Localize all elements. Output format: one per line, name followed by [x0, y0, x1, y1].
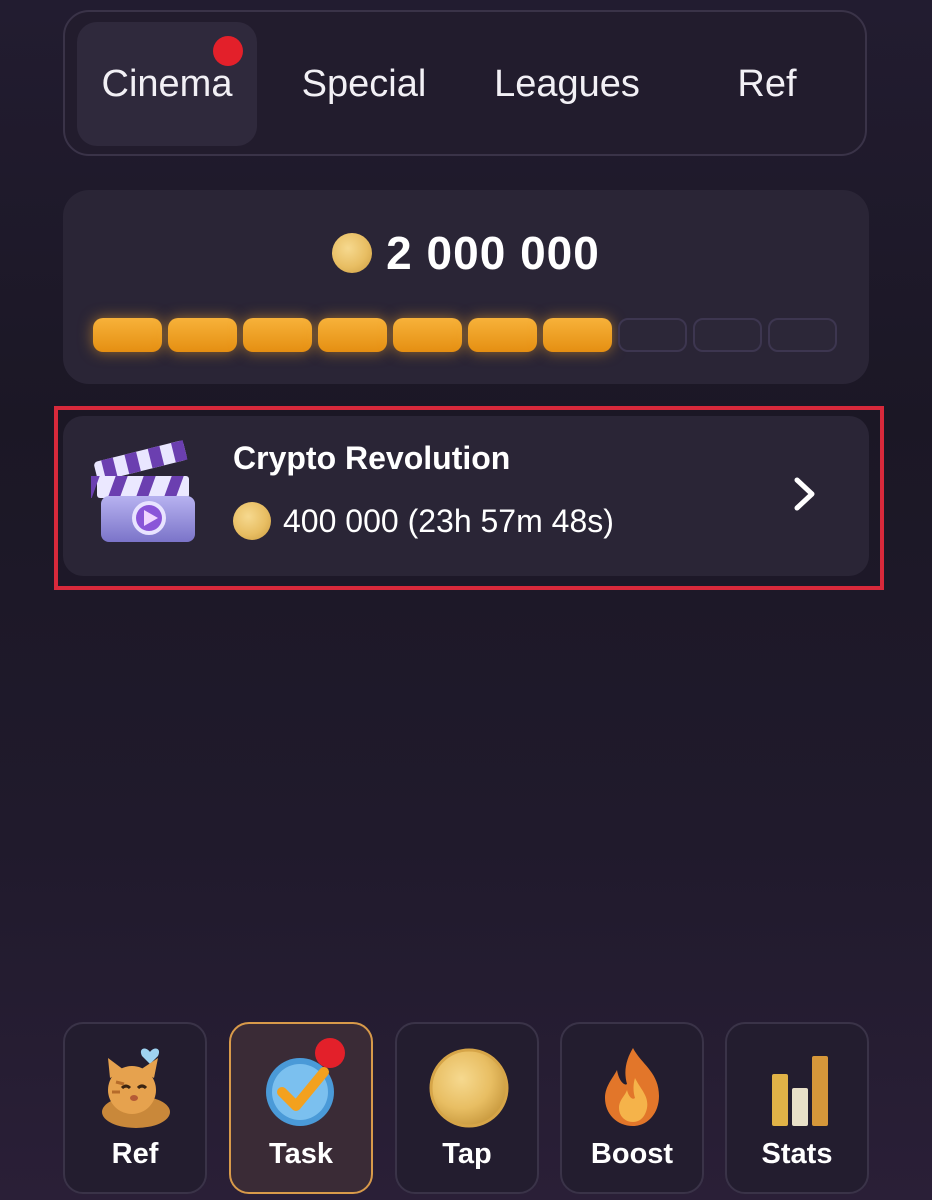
- bar-chart-icon: [772, 1056, 828, 1126]
- nav-stats[interactable]: Stats: [725, 1022, 869, 1194]
- nav-stats-label: Stats: [761, 1138, 833, 1170]
- progress-segment-empty: [618, 318, 687, 352]
- tab-ref[interactable]: Ref: [675, 22, 859, 146]
- tab-ref-label: Ref: [737, 62, 797, 105]
- progress-card: 2 000 000: [63, 190, 869, 384]
- cat-icon: [102, 1048, 170, 1128]
- tab-special[interactable]: Special: [269, 22, 459, 146]
- total-reward: 2 000 000: [63, 226, 869, 280]
- nav-tap-label: Tap: [442, 1138, 492, 1170]
- notification-dot: [315, 1038, 345, 1068]
- progress-segment-empty: [693, 318, 762, 352]
- progress-segment-filled: [318, 318, 387, 352]
- progress-segment-filled: [468, 318, 537, 352]
- progress-segment-filled: [93, 318, 162, 352]
- tab-special-label: Special: [301, 62, 427, 105]
- tab-leagues[interactable]: Leagues: [469, 22, 665, 146]
- nav-boost[interactable]: Boost: [560, 1022, 704, 1194]
- progress-segment-empty: [768, 318, 837, 352]
- nav-ref[interactable]: Ref: [63, 1022, 207, 1194]
- coin-icon: [332, 233, 373, 273]
- coin-icon: [429, 1048, 509, 1128]
- total-amount: 2 000 000: [386, 227, 600, 279]
- progress-segments: [93, 318, 837, 352]
- progress-segment-filled: [543, 318, 612, 352]
- nav-task-label: Task: [269, 1138, 333, 1170]
- tab-leagues-label: Leagues: [494, 62, 640, 105]
- progress-segment-filled: [393, 318, 462, 352]
- nav-task[interactable]: Task: [229, 1022, 373, 1194]
- nav-boost-label: Boost: [590, 1138, 674, 1170]
- notification-dot: [213, 36, 243, 66]
- progress-segment-filled: [168, 318, 237, 352]
- tab-cinema-label: Cinema: [101, 62, 233, 105]
- nav-ref-label: Ref: [111, 1138, 159, 1170]
- progress-segment-filled: [243, 318, 312, 352]
- tab-cinema[interactable]: Cinema: [77, 22, 257, 146]
- nav-tap[interactable]: Tap: [395, 1022, 539, 1194]
- category-tabs: Cinema Special Leagues Ref: [63, 10, 867, 156]
- task-highlight-outline: [54, 406, 884, 590]
- flame-icon: [605, 1048, 659, 1126]
